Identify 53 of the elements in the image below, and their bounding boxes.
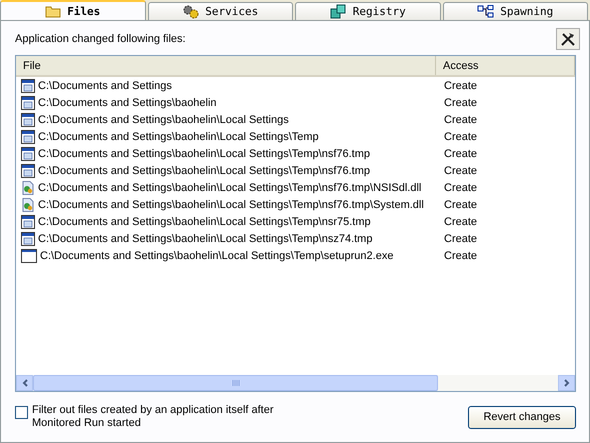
gears-icon (182, 4, 200, 19)
tab[interactable]: Files (0, 0, 146, 20)
file-path: C:\Documents and Settings (38, 80, 172, 92)
tab[interactable]: Services (148, 2, 293, 20)
window-icon (21, 78, 35, 92)
revert-button[interactable]: Revert changes (468, 406, 576, 428)
scroll-thumb[interactable] (33, 375, 438, 391)
file-path: C:\Documents and Settings\baohelin\Local Settings\Temp (38, 130, 319, 142)
file-path: C:\Documents and Settings\baohelin\Local Settings\Temp\nsr75.tmp (38, 216, 371, 228)
window-icon (21, 232, 35, 246)
filter-label: Filter out files created by an application itself after Monitored Run started (32, 404, 275, 430)
window-icon (21, 112, 35, 126)
access-cell-text: Create (443, 130, 478, 142)
file-path: C:\Documents and Settings\baohelin\Local Settings\Temp\nsf76.tmp\NSISdl.dll (38, 182, 422, 194)
tree-diagram-icon (477, 5, 494, 18)
tab[interactable]: Registry (295, 2, 440, 20)
access-cell-text: Create (443, 232, 478, 244)
file-path: C:\Documents and Settings\baohelin\Local Settings\Temp\nsf76.tmp (38, 148, 370, 160)
caption-label: Application changed following files: (15, 33, 186, 45)
file-path: C:\Documents and Settings\baohelin (38, 96, 217, 108)
cubes-icon (330, 4, 347, 19)
access-cell-text: Create (443, 182, 478, 194)
window-icon (21, 146, 35, 160)
window-icon (21, 96, 35, 110)
horizontal-scrollbar[interactable] (16, 375, 575, 391)
window-icon (21, 164, 35, 178)
access-cell-text: Create (443, 80, 478, 92)
filter-checkbox[interactable] (15, 406, 28, 419)
file-path: C:\Documents and Settings\baohelin\Local Settings (38, 114, 289, 126)
access-cell-text: Create (443, 216, 478, 228)
access-cell-text: Create (443, 198, 478, 210)
file-path: C:\Documents and Settings\baohelin\Local Settings\Temp\nsz74.tmp (38, 232, 372, 244)
column-header[interactable]: File (16, 56, 436, 75)
file-path: C:\Documents and Settings\baohelin\Local Settings\Temp\setuprun2.exe (40, 250, 394, 262)
access-cell-text: Create (443, 148, 478, 160)
grip-icon (232, 380, 240, 386)
scroll-right-button[interactable] (558, 375, 575, 391)
window-icon (21, 214, 35, 228)
column-header[interactable]: Access (436, 56, 575, 75)
access-cell-text: Create (443, 114, 478, 126)
folder-icon (45, 4, 62, 18)
scroll-left-button[interactable] (16, 375, 33, 391)
file-path: C:\Documents and Settings\baohelin\Local Settings\Temp\nsf76.tmp\System.dll (38, 198, 424, 210)
tab[interactable]: Spawning (442, 2, 588, 20)
chevron-left-icon (22, 379, 28, 387)
access-cell-text: Create (443, 96, 478, 108)
tools-button[interactable] (556, 28, 580, 50)
file-path: C:\Documents and Settings\baohelin\Local Settings\Temp\nsf76.tmp (38, 164, 370, 176)
window-icon (21, 130, 35, 144)
access-cell-text: Create (443, 164, 478, 176)
window-icon (21, 248, 37, 262)
access-cell-text: Create (443, 250, 478, 262)
chevron-right-icon (564, 379, 570, 387)
